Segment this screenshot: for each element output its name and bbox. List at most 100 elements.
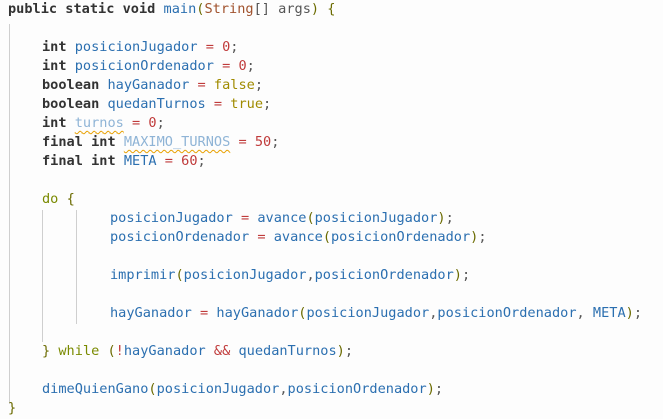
code-line-do[interactable]: do { xyxy=(42,190,75,209)
number: 0 xyxy=(238,58,247,74)
keyword-int: int xyxy=(42,39,67,55)
arg-posicion-jugador: posicionJugador xyxy=(306,305,430,321)
var-quedan-turnos: quedanTurnos xyxy=(238,343,337,359)
indent-guide xyxy=(76,210,77,324)
operator: = xyxy=(197,77,206,93)
keyword-public: public xyxy=(8,1,58,17)
code-line-hay-ganador-call[interactable]: hayGanador = hayGanador(posicionJugador,… xyxy=(110,304,642,323)
arg-posicion-jugador: posicionJugador xyxy=(156,381,280,397)
operator: = xyxy=(200,305,209,321)
semicolon: ; xyxy=(478,229,487,245)
semicolon: ; xyxy=(230,39,239,55)
paren: ) xyxy=(453,267,462,283)
code-line-decl-hay-ganador[interactable]: boolean hayGanador = false; xyxy=(42,76,263,95)
code-line-imprimir[interactable]: imprimir(posicionJugador,posicionOrdenad… xyxy=(110,266,470,285)
number: 0 xyxy=(148,115,157,131)
paren: ) xyxy=(336,343,345,359)
var-hay-ganador: hayGanador xyxy=(123,343,206,359)
var-turnos-unused-warning[interactable]: turnos xyxy=(75,115,124,131)
comma: , xyxy=(306,267,315,283)
code-line-decl-posicion-jugador[interactable]: int posicionJugador = 0; xyxy=(42,38,238,57)
keyword-int: int xyxy=(42,58,67,74)
code-line-method-signature[interactable]: public static void main(String[] args) { xyxy=(8,0,335,19)
keyword-boolean: boolean xyxy=(42,77,100,93)
code-line-dime-quien-gano[interactable]: dimeQuienGano(posicionJugador,posicionOr… xyxy=(42,380,443,399)
keyword-int: int xyxy=(91,153,116,169)
operator: = xyxy=(238,134,247,150)
operator: = xyxy=(213,96,223,112)
keyword-final: final xyxy=(42,153,83,169)
semicolon: ; xyxy=(445,210,454,226)
semicolon: ; xyxy=(254,77,263,93)
keyword-final: final xyxy=(42,134,83,150)
call-hay-ganador: hayGanador xyxy=(216,305,299,321)
brace-close: } xyxy=(42,343,51,359)
arg-posicion-ordenador: posicionOrdenador xyxy=(287,381,427,397)
semicolon: ; xyxy=(263,96,272,112)
var-hay-ganador: hayGanador xyxy=(107,77,190,93)
const-meta: META xyxy=(123,153,157,169)
code-line-close-method[interactable]: } xyxy=(8,399,16,418)
paren: ) xyxy=(437,210,446,226)
code-line-decl-quedan-turnos[interactable]: boolean quedanTurnos = true; xyxy=(42,95,271,114)
keyword-boolean: boolean xyxy=(42,96,100,112)
paren: ( xyxy=(306,210,315,226)
var-hay-ganador: hayGanador xyxy=(110,305,192,321)
paren: ) xyxy=(426,381,435,397)
operator-not: ! xyxy=(115,343,124,359)
type-string: String xyxy=(204,1,254,17)
var-quedan-turnos: quedanTurnos xyxy=(107,96,206,112)
keyword-int: int xyxy=(42,115,67,131)
var-posicion-jugador: posicionJugador xyxy=(110,210,233,226)
semicolon: ; xyxy=(156,115,165,131)
code-line-decl-turnos[interactable]: int turnos = 0; xyxy=(42,114,165,133)
arg-posicion-ordenador: posicionOrdenador xyxy=(331,229,471,245)
code-line-decl-maximo-turnos[interactable]: final int MAXIMO_TURNOS = 50; xyxy=(42,133,279,152)
number: 60 xyxy=(181,153,198,169)
keyword-int: int xyxy=(91,134,116,150)
code-line-decl-posicion-ordenador[interactable]: int posicionOrdenador = 0; xyxy=(42,57,255,76)
arg-posicion-jugador: posicionJugador xyxy=(314,210,438,226)
keyword-while: while xyxy=(58,343,100,359)
method-name-main: main xyxy=(163,1,197,17)
operator-and: && xyxy=(213,343,231,359)
indent-guide xyxy=(9,24,10,404)
arg-meta: META xyxy=(592,305,626,321)
number: 50 xyxy=(254,134,272,150)
semicolon: ; xyxy=(461,267,471,283)
semicolon: ; xyxy=(197,153,206,169)
const-maximo-turnos-unused-warning[interactable]: MAXIMO_TURNOS xyxy=(124,134,230,150)
code-editor[interactable]: public static void main(String[] args) {… xyxy=(0,0,663,419)
literal-false: false xyxy=(213,77,255,93)
operator: = xyxy=(205,39,214,55)
code-line-avance-jugador[interactable]: posicionJugador = avance(posicionJugador… xyxy=(110,209,454,228)
semicolon: ; xyxy=(246,58,255,74)
var-posicion-ordenador: posicionOrdenador xyxy=(74,58,214,74)
var-posicion-ordenador: posicionOrdenador xyxy=(110,229,250,245)
call-avance: avance xyxy=(257,210,307,226)
paren: ( xyxy=(322,229,331,245)
call-avance: avance xyxy=(273,229,323,245)
var-posicion-jugador: posicionJugador xyxy=(74,39,198,55)
semicolon: ; xyxy=(434,381,444,397)
paren: ( xyxy=(148,381,157,397)
arg-posicion-ordenador: posicionOrdenador xyxy=(437,305,577,321)
operator: = xyxy=(222,58,231,74)
keyword-static: static xyxy=(65,1,115,17)
code-line-avance-ordenador[interactable]: posicionOrdenador = avance(posicionOrden… xyxy=(110,228,487,247)
semicolon: ; xyxy=(633,305,643,321)
keyword-do: do xyxy=(42,191,59,207)
operator: = xyxy=(240,210,250,226)
semicolon: ; xyxy=(344,343,354,359)
operator: = xyxy=(164,153,173,169)
paren: ( xyxy=(175,267,184,283)
comma: , xyxy=(279,381,288,397)
arg-posicion-jugador: posicionJugador xyxy=(183,267,307,283)
brace-open: { xyxy=(327,1,336,17)
brace-close: } xyxy=(8,400,17,416)
operator: = xyxy=(257,229,266,245)
literal-true: true xyxy=(230,96,264,112)
code-line-while[interactable]: } while (!hayGanador && quedanTurnos); xyxy=(42,342,353,361)
code-line-decl-meta[interactable]: final int META = 60; xyxy=(42,152,206,171)
semicolon: ; xyxy=(271,134,280,150)
